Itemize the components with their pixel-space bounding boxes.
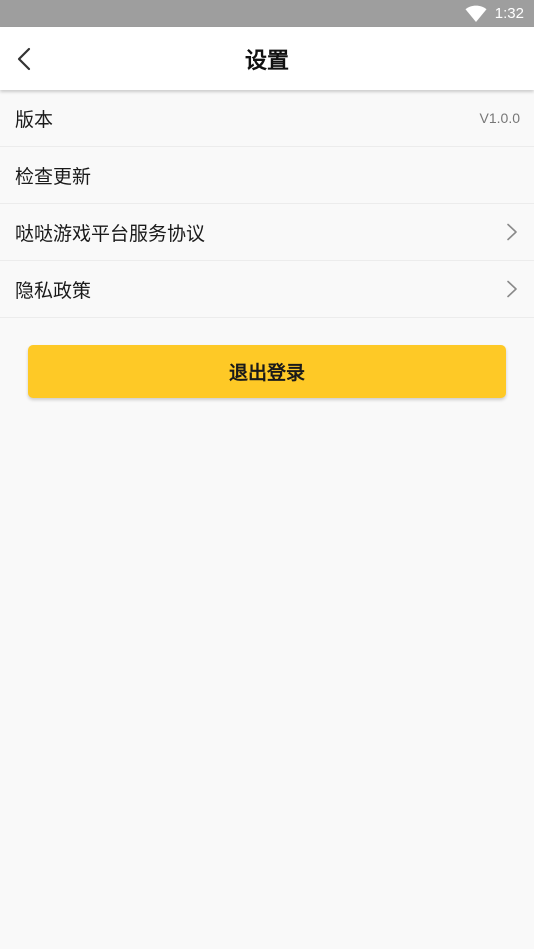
settings-item-service-agreement[interactable]: 哒哒游戏平台服务协议 <box>0 204 534 261</box>
logout-button[interactable]: 退出登录 <box>28 345 506 398</box>
version-value: V1.0.0 <box>479 110 520 126</box>
page-title: 设置 <box>244 48 289 74</box>
settings-item-check-update[interactable]: 检查更新 <box>0 147 534 204</box>
settings-item-label: 隐私政策 <box>15 279 92 302</box>
status-time: 1:32 <box>494 5 524 22</box>
chevron-left-icon <box>17 47 31 71</box>
settings-list: 版本 V1.0.0 检查更新 哒哒游戏平台服务协议 隐私政策 <box>0 90 534 318</box>
wifi-icon <box>465 5 487 22</box>
back-button[interactable] <box>6 39 42 79</box>
chevron-right-icon <box>507 223 517 241</box>
settings-item-version: 版本 V1.0.0 <box>0 90 534 147</box>
status-bar: 1:32 <box>0 0 534 27</box>
settings-item-privacy-policy[interactable]: 隐私政策 <box>0 261 534 318</box>
logout-container: 退出登录 <box>28 345 506 398</box>
chevron-right-icon <box>507 280 517 298</box>
settings-item-label: 检查更新 <box>15 165 92 188</box>
settings-item-label: 版本 <box>15 108 54 131</box>
app-bar: 设置 <box>0 27 534 90</box>
settings-item-label: 哒哒游戏平台服务协议 <box>15 222 206 245</box>
